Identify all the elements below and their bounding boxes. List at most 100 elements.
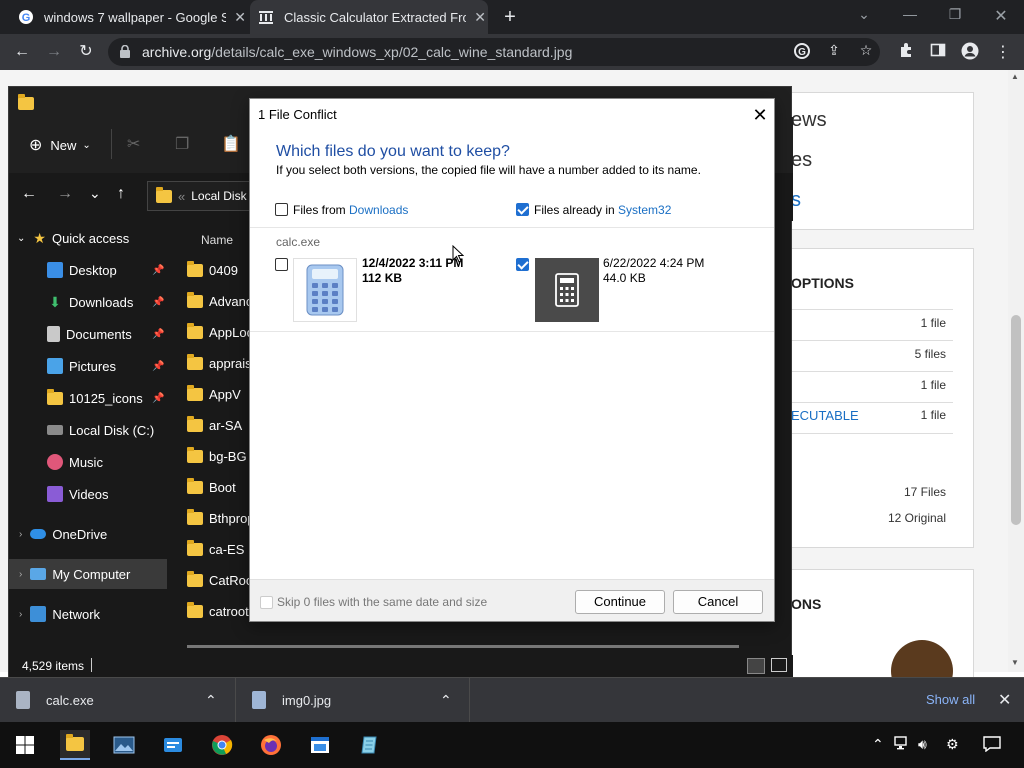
recent-chevron-icon[interactable]: ⌄	[89, 185, 101, 202]
tab-google-search[interactable]: G windows 7 wallpaper - Google Se ✕	[18, 0, 248, 34]
download-item-img0[interactable]: img0.jpg ⌃	[236, 678, 470, 722]
taskbar-chrome[interactable]	[207, 730, 237, 760]
pin-icon[interactable]: 📌	[152, 297, 164, 308]
pin-icon[interactable]: 📌	[152, 393, 164, 404]
volume-icon[interactable]: 🔊︎	[918, 736, 927, 753]
expand-chevron-icon[interactable]: ›	[19, 529, 22, 540]
taskbar-app-blue[interactable]	[158, 730, 188, 760]
close-tab-icon[interactable]: ✕	[472, 9, 488, 26]
cut-icon[interactable]: ✂	[127, 134, 140, 154]
nav-documents[interactable]: Documents 📌	[9, 319, 167, 349]
pin-icon[interactable]: 📌	[152, 329, 164, 340]
taskbar-file-explorer[interactable]	[60, 730, 90, 760]
details-view-icon[interactable]	[747, 658, 765, 674]
nav-videos[interactable]: Videos	[9, 479, 167, 509]
column-header-name[interactable]: Name	[201, 233, 233, 247]
list-item[interactable]: Advanc	[187, 286, 252, 317]
files-from-downloads-checkbox[interactable]	[275, 203, 288, 216]
option-row[interactable]: 5 files	[791, 347, 946, 361]
list-item[interactable]: Boot	[187, 472, 236, 503]
explorer-address-bar[interactable]: « Local Disk	[147, 181, 253, 211]
list-item[interactable]: ca-ES	[187, 534, 244, 565]
taskbar-app-window[interactable]	[305, 730, 335, 760]
menu-kebab-icon[interactable]: ⋮	[993, 42, 1013, 62]
list-item[interactable]: Bthprop	[187, 503, 255, 534]
notification-icon[interactable]	[983, 736, 1001, 755]
settings-gear-icon[interactable]: ⚙	[946, 736, 959, 753]
network-status-icon[interactable]	[894, 736, 910, 753]
show-all-link[interactable]: Show all	[926, 692, 975, 707]
nav-local-disk[interactable]: Local Disk (C:)	[9, 415, 167, 445]
calculator-thumbnail[interactable]	[293, 258, 357, 322]
pin-icon[interactable]: 📌	[152, 265, 164, 276]
list-item[interactable]: 0409	[187, 255, 238, 286]
dialog-close-button[interactable]: ✕	[750, 105, 770, 125]
nav-my-computer[interactable]: › My Computer	[9, 559, 167, 589]
list-item[interactable]: AppV	[187, 379, 241, 410]
option-row[interactable]: 1 file	[791, 316, 946, 330]
skip-same-files-checkbox[interactable]	[260, 596, 273, 609]
copy-icon[interactable]: ❐	[175, 134, 189, 154]
reload-button[interactable]: ↻	[76, 42, 96, 62]
tab-search-icon[interactable]: ⌄	[852, 6, 876, 26]
continue-button[interactable]: Continue	[575, 590, 665, 614]
list-item[interactable]: catroot2	[187, 596, 256, 627]
nav-music[interactable]: Music	[9, 447, 167, 477]
paste-icon[interactable]: 📋	[221, 134, 241, 154]
list-item[interactable]: AppLoc	[187, 317, 253, 348]
expand-chevron-icon[interactable]: ›	[19, 609, 22, 620]
forward-button[interactable]: →	[44, 42, 64, 62]
back-button[interactable]: ←	[12, 42, 32, 62]
share-icon[interactable]: ⇪	[824, 42, 844, 62]
bookmark-star-icon[interactable]: ☆	[856, 42, 876, 62]
chevron-up-icon[interactable]: ⌃	[205, 692, 217, 709]
google-lens-icon[interactable]: G	[792, 42, 812, 62]
option-row[interactable]: 1 file	[791, 378, 946, 392]
chevron-up-icon[interactable]: ⌃	[440, 692, 452, 709]
nav-downloads[interactable]: ⬇ Downloads 📌	[9, 287, 167, 317]
existing-file-thumbnail[interactable]	[535, 258, 599, 322]
new-button[interactable]: ⊕ New ⌄	[29, 135, 91, 155]
nav-10125-icons[interactable]: 10125_icons 📌	[9, 383, 167, 413]
taskbar-photos[interactable]	[109, 730, 139, 760]
list-item[interactable]: bg-BG	[187, 441, 247, 472]
nav-onedrive[interactable]: › OneDrive	[9, 519, 167, 549]
taskbar-app-notepad[interactable]	[354, 730, 384, 760]
list-item[interactable]: ar-SA	[187, 410, 242, 441]
option-row[interactable]: ECUTABLE 1 file	[791, 408, 946, 423]
back-arrow-icon[interactable]: ←	[21, 185, 37, 203]
files-already-in-label[interactable]: Files already in System32	[534, 203, 671, 217]
close-downloads-bar-icon[interactable]: ✕	[998, 690, 1011, 710]
expand-chevron-icon[interactable]: ⌄	[17, 233, 25, 244]
scroll-up-arrow-icon[interactable]: ▲	[1011, 72, 1019, 81]
nav-network[interactable]: › Network	[9, 599, 167, 629]
keep-existing-file-checkbox[interactable]	[516, 258, 529, 271]
profile-icon[interactable]	[960, 42, 980, 62]
minimize-button[interactable]: —	[898, 6, 922, 26]
up-arrow-icon[interactable]: ↑	[117, 185, 125, 203]
tab-classic-calculator[interactable]: Classic Calculator Extracted From ✕	[250, 0, 488, 34]
expand-chevron-icon[interactable]: ›	[19, 569, 22, 580]
extensions-icon[interactable]	[896, 42, 916, 62]
horizontal-scrollbar[interactable]	[187, 645, 739, 648]
close-window-button[interactable]: ✕	[989, 6, 1013, 26]
show-hidden-icons-chevron-icon[interactable]: ⌃	[872, 736, 884, 753]
cancel-button[interactable]: Cancel	[673, 590, 763, 614]
download-item-calc[interactable]: calc.exe ⌃	[0, 678, 236, 722]
nav-desktop[interactable]: Desktop 📌	[9, 255, 167, 285]
taskbar-firefox[interactable]	[256, 730, 286, 760]
scroll-down-arrow-icon[interactable]: ▼	[1011, 658, 1019, 667]
start-button[interactable]	[10, 730, 40, 760]
list-item[interactable]: CatRoot	[187, 565, 257, 596]
nav-pictures[interactable]: Pictures 📌	[9, 351, 167, 381]
pin-icon[interactable]: 📌	[152, 361, 164, 372]
side-panel-icon[interactable]	[928, 42, 948, 62]
restore-button[interactable]: ❐	[943, 6, 967, 26]
close-tab-icon[interactable]: ✕	[232, 9, 248, 26]
nav-quick-access[interactable]: ⌄ ★ Quick access	[9, 223, 167, 253]
files-already-in-system32-checkbox[interactable]	[516, 203, 529, 216]
large-icons-view-icon[interactable]	[771, 658, 787, 672]
forward-arrow-icon[interactable]: →	[57, 185, 73, 203]
address-bar[interactable]: archive.org/details/calc_exe_windows_xp/…	[108, 38, 880, 66]
keep-downloaded-file-checkbox[interactable]	[275, 258, 288, 271]
